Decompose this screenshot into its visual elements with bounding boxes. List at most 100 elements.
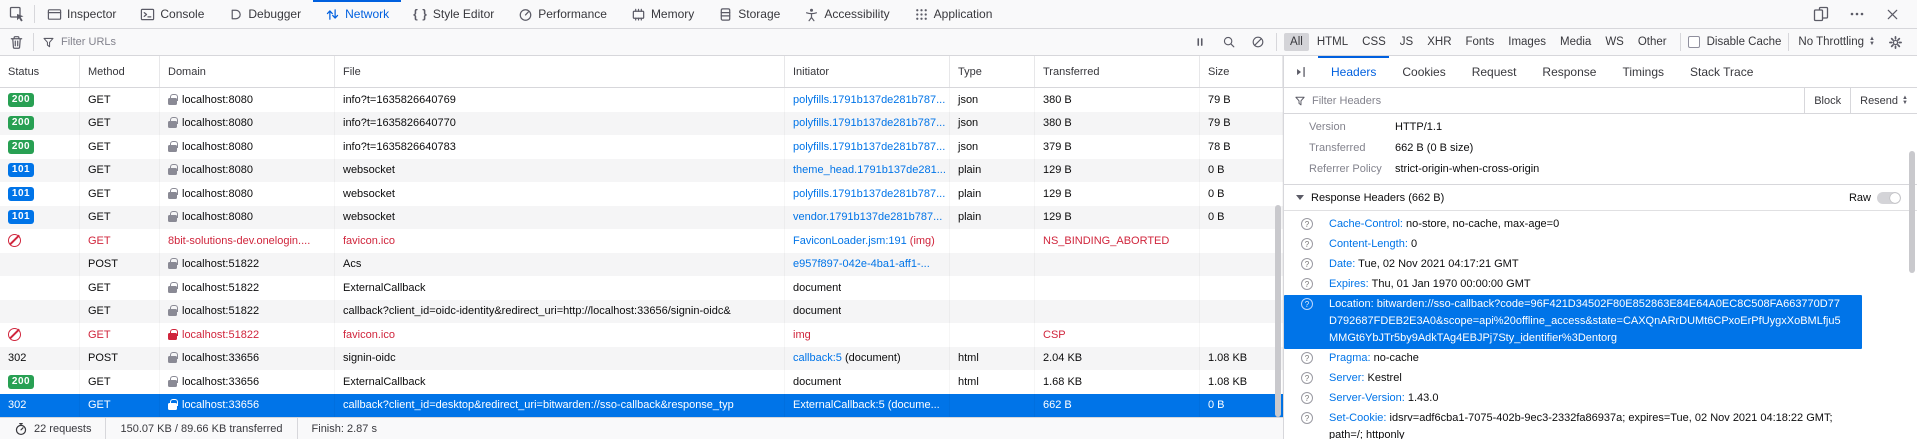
table-row[interactable]: 101GETlocalhost:8080websocketvendor.1791… (0, 206, 1283, 230)
table-row[interactable]: GETlocalhost:51822ExternalCallbackdocume… (0, 276, 1283, 300)
response-header-row[interactable]: ?Set-Cookie: idsrv=adf6cba1-7075-402b-9e… (1284, 409, 1917, 439)
close-devtools-button[interactable] (1876, 7, 1909, 22)
network-settings-button[interactable] (1884, 35, 1907, 50)
details-tab-request[interactable]: Request (1459, 56, 1530, 87)
table-row[interactable]: 302POSTlocalhost:33656signin-oidccallbac… (0, 347, 1283, 371)
help-icon[interactable]: ? (1301, 238, 1313, 250)
type-filter-js[interactable]: JS (1394, 33, 1419, 51)
throttling-dropdown[interactable]: No Throttling ▲▼ (1796, 36, 1877, 48)
type-filter-xhr[interactable]: XHR (1421, 33, 1457, 51)
details-tab-response[interactable]: Response (1529, 56, 1609, 87)
table-row[interactable]: 101GETlocalhost:8080websocketpolyfills.1… (0, 182, 1283, 206)
filter-urls-input[interactable]: Filter URLs (34, 36, 124, 49)
type-filter-fonts[interactable]: Fonts (1460, 33, 1501, 51)
response-header-row[interactable]: ?Location: bitwarden://sso-callback?code… (1284, 295, 1862, 349)
column-header-size[interactable]: Size (1200, 56, 1283, 87)
disable-cache-checkbox[interactable] (1688, 36, 1700, 48)
column-header-method[interactable]: Method (80, 56, 160, 87)
details-tab-timings[interactable]: Timings (1609, 56, 1677, 87)
filter-headers-input[interactable]: Filter Headers (1284, 95, 1391, 107)
devtools-menu-button[interactable] (1840, 6, 1874, 22)
details-tab-headers[interactable]: Headers (1318, 56, 1389, 87)
table-row[interactable]: POSTlocalhost:51822Acse957f897-042e-4ba1… (0, 253, 1283, 277)
pause-recording-button[interactable] (1189, 35, 1211, 49)
help-icon[interactable]: ? (1301, 412, 1313, 424)
tab-debugger[interactable]: Debugger (216, 0, 313, 28)
tab-style-editor[interactable]: { } Style Editor (401, 0, 506, 28)
initiator-link[interactable]: ExternalCallback:5 (docume... (793, 399, 940, 411)
help-icon[interactable]: ? (1301, 278, 1313, 290)
table-row[interactable]: 200GETlocalhost:8080info?t=1635826640769… (0, 88, 1283, 112)
type-filter-media[interactable]: Media (1554, 33, 1597, 51)
file-text: websocket (343, 188, 395, 200)
help-icon[interactable]: ? (1301, 372, 1313, 384)
node-picker-button[interactable] (0, 0, 34, 28)
search-button[interactable] (1218, 35, 1240, 49)
type-filter-css[interactable]: CSS (1356, 33, 1392, 51)
tab-accessibility[interactable]: Accessibility (792, 0, 901, 28)
table-row[interactable]: 200GETlocalhost:33656ExternalCallbackdoc… (0, 370, 1283, 394)
type-filter-other[interactable]: Other (1632, 33, 1673, 51)
initiator-link[interactable]: e957f897-042e-4ba1-aff1-... (793, 258, 930, 270)
initiator-link[interactable]: callback:5 (793, 352, 842, 364)
response-headers-section-header[interactable]: Response Headers (662 B) Raw (1284, 185, 1917, 211)
help-icon[interactable]: ? (1301, 218, 1313, 230)
column-header-initiator[interactable]: Initiator (785, 56, 950, 87)
tab-application[interactable]: Application (902, 0, 1005, 28)
response-header-row[interactable]: ?Cache-Control: no-store, no-cache, max-… (1284, 215, 1917, 235)
initiator-link[interactable]: polyfills.1791b137de281b787... (793, 188, 945, 200)
table-row[interactable]: 200GETlocalhost:8080info?t=1635826640770… (0, 112, 1283, 136)
help-icon[interactable]: ? (1301, 392, 1313, 404)
block-requests-button[interactable] (1247, 35, 1269, 49)
split-panel-toggle-button[interactable] (1284, 56, 1318, 87)
initiator-link[interactable]: theme_head.1791b137de281... (793, 164, 946, 176)
initiator-link[interactable]: vendor.1791b137de281b787... (793, 211, 942, 223)
raw-headers-toggle[interactable] (1877, 192, 1901, 204)
request-list-scrollbar[interactable] (1275, 205, 1281, 417)
type-filter-ws[interactable]: WS (1599, 33, 1630, 51)
table-row[interactable]: 200GETlocalhost:8080info?t=1635826640783… (0, 135, 1283, 159)
details-tab-cookies[interactable]: Cookies (1389, 56, 1458, 87)
help-icon[interactable]: ? (1301, 352, 1313, 364)
initiator-link[interactable]: polyfills.1791b137de281b787... (793, 141, 945, 153)
response-header-row[interactable]: ?Content-Length: 0 (1284, 235, 1917, 255)
response-header-row[interactable]: ?Server: Kestrel (1284, 369, 1917, 389)
response-header-row[interactable]: ?Date: Tue, 02 Nov 2021 04:17:21 GMT (1284, 255, 1917, 275)
column-header-transferred[interactable]: Transferred (1035, 56, 1200, 87)
details-scrollbar[interactable] (1909, 151, 1915, 273)
type-filter-all[interactable]: All (1284, 33, 1309, 51)
column-header-file[interactable]: File (335, 56, 785, 87)
status-badge: 200 (8, 116, 34, 130)
help-icon[interactable]: ? (1301, 298, 1313, 310)
initiator-link[interactable]: polyfills.1791b137de281b787... (793, 94, 945, 106)
column-header-type[interactable]: Type (950, 56, 1035, 87)
resend-button[interactable]: Resend ▲▼ (1850, 88, 1917, 113)
response-header-row[interactable]: ?Pragma: no-cache (1284, 349, 1917, 369)
table-row[interactable]: 302GETlocalhost:33656callback?client_id=… (0, 394, 1283, 418)
table-row[interactable]: 101GETlocalhost:8080websockettheme_head.… (0, 159, 1283, 183)
type-filter-html[interactable]: HTML (1311, 33, 1354, 51)
performance-analysis-item[interactable]: 22 requests (0, 418, 105, 439)
table-row[interactable]: GETlocalhost:51822callback?client_id=oid… (0, 300, 1283, 324)
response-header-row[interactable]: ?Expires: Thu, 01 Jan 1970 00:00:00 GMT (1284, 275, 1917, 295)
clear-requests-button[interactable] (0, 29, 33, 55)
help-icon[interactable]: ? (1301, 258, 1313, 270)
tab-performance[interactable]: Performance (506, 0, 619, 28)
initiator-link[interactable]: polyfills.1791b137de281b787... (793, 117, 945, 129)
details-tab-stack-trace[interactable]: Stack Trace (1677, 56, 1766, 87)
tab-network[interactable]: Network (313, 0, 401, 28)
type-filter-images[interactable]: Images (1502, 33, 1552, 51)
response-header-row[interactable]: ?Server-Version: 1.43.0 (1284, 389, 1917, 409)
table-row[interactable]: GET8bit-solutions-dev.onelogin....favico… (0, 229, 1283, 253)
tab-storage[interactable]: Storage (706, 0, 792, 28)
block-header-button[interactable]: Block (1804, 88, 1850, 113)
tab-inspector[interactable]: Inspector (35, 0, 128, 28)
lock-icon (168, 145, 177, 152)
responsive-design-button[interactable] (1804, 6, 1838, 22)
column-header-status[interactable]: Status (0, 56, 80, 87)
tab-console[interactable]: Console (128, 0, 216, 28)
initiator-link[interactable]: FaviconLoader.jsm:191 (793, 235, 907, 247)
table-row[interactable]: GETlocalhost:51822favicon.icoimgCSP (0, 323, 1283, 347)
tab-memory[interactable]: Memory (619, 0, 706, 28)
column-header-domain[interactable]: Domain (160, 56, 335, 87)
